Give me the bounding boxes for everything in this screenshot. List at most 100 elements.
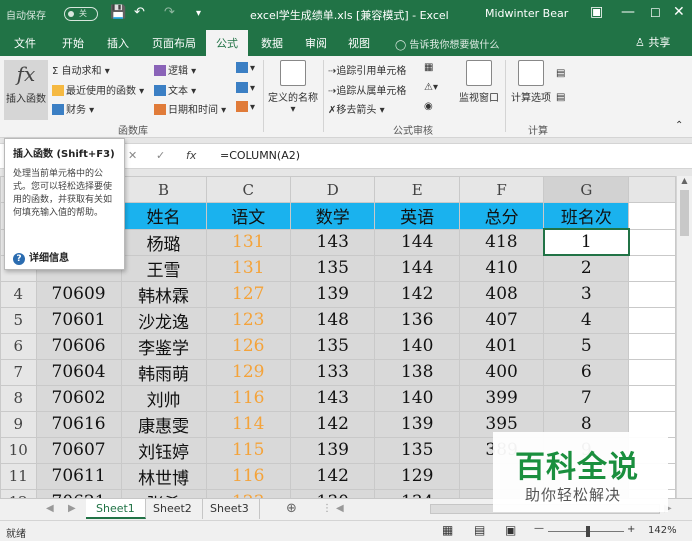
maximize-button[interactable]: ☐ xyxy=(650,6,661,20)
cell-total[interactable]: 400 xyxy=(458,358,545,386)
page-layout-view-icon[interactable]: ▤ xyxy=(474,523,485,537)
insert-function-icon[interactable]: fx xyxy=(186,149,196,162)
sheet-tab-1[interactable]: Sheet1 xyxy=(86,499,146,519)
column-header[interactable]: E xyxy=(374,176,460,203)
cell-id[interactable]: 70602 xyxy=(35,384,122,412)
cell[interactable]: 总分 xyxy=(458,202,545,230)
cell-math[interactable]: 142 xyxy=(289,462,376,490)
cell-id[interactable]: 70607 xyxy=(35,436,122,464)
cell-name[interactable]: 林世博 xyxy=(120,462,207,490)
column-header[interactable]: D xyxy=(289,176,376,203)
cell-chinese[interactable]: 126 xyxy=(205,332,292,360)
tab-view[interactable]: 视图 xyxy=(348,35,370,51)
cell-name[interactable]: 李鉴学 xyxy=(120,332,207,360)
cell-rank[interactable]: 7 xyxy=(543,384,630,412)
tab-review[interactable]: 审阅 xyxy=(305,35,327,51)
cell-chinese[interactable]: 127 xyxy=(205,280,292,308)
tooltip-more-info-link[interactable]: ? 详细信息 xyxy=(13,249,69,265)
cell-math[interactable]: 135 xyxy=(289,332,376,360)
zoom-level[interactable]: 142% xyxy=(648,525,677,536)
cell-total[interactable]: 401 xyxy=(458,332,545,360)
cell-chinese[interactable]: 129 xyxy=(205,358,292,386)
cell-id[interactable]: 70604 xyxy=(35,358,122,386)
scroll-left-icon[interactable]: ◀ xyxy=(336,503,344,514)
math-button[interactable]: ▾ xyxy=(236,82,255,94)
tell-me-search[interactable]: ◯ 告诉我你想要做什么 xyxy=(395,36,499,51)
cell-name[interactable]: 刘帅 xyxy=(120,384,207,412)
cell-rank[interactable]: 5 xyxy=(543,332,630,360)
autosum-button[interactable]: Σ 自动求和 ▾ xyxy=(52,62,110,77)
cell-math[interactable]: 130 xyxy=(289,488,376,498)
cell-math[interactable]: 139 xyxy=(289,436,376,464)
more-functions-button[interactable]: ▾ xyxy=(236,101,255,113)
date-time-button[interactable]: 日期和时间 ▾ xyxy=(154,101,226,116)
watch-window-button[interactable]: 监视窗口 xyxy=(454,60,504,104)
row-header[interactable]: 4 xyxy=(0,280,37,308)
column-header[interactable]: B xyxy=(120,176,207,203)
scroll-thumb[interactable] xyxy=(680,190,689,236)
row-header[interactable]: 11 xyxy=(0,462,37,490)
cell-total[interactable]: 407 xyxy=(458,306,545,334)
cell-total[interactable]: 410 xyxy=(458,254,545,282)
column-header[interactable]: C xyxy=(205,176,292,203)
logical-button[interactable]: 逻辑 ▾ xyxy=(154,62,196,77)
calc-options-button[interactable]: 计算选项 xyxy=(508,60,554,104)
cell-name[interactable]: 韩林霖 xyxy=(120,280,207,308)
scroll-up-icon[interactable]: ▲ xyxy=(677,176,692,185)
cell-math[interactable]: 139 xyxy=(289,280,376,308)
error-checking-icon[interactable]: ⚠▾ xyxy=(424,82,438,93)
cell[interactable] xyxy=(628,384,676,412)
cell-math[interactable]: 148 xyxy=(289,306,376,334)
insert-function-button[interactable]: fx 插入函数 xyxy=(4,60,48,120)
cell-name[interactable]: 刘钰婷 xyxy=(120,436,207,464)
tab-data[interactable]: 数据 xyxy=(261,35,283,51)
minimize-button[interactable]: — xyxy=(621,4,635,20)
cell-english[interactable]: 134 xyxy=(374,488,460,498)
share-button[interactable]: ♙ 共享 xyxy=(635,34,670,50)
cell-chinese[interactable]: 123 xyxy=(205,488,292,498)
tab-file[interactable]: 文件 xyxy=(14,35,36,51)
tab-home[interactable]: 开始 xyxy=(62,35,84,51)
cell[interactable]: 数学 xyxy=(289,202,376,230)
sheet-tab-3[interactable]: Sheet3 xyxy=(200,499,260,519)
cell-math[interactable]: 135 xyxy=(289,254,376,282)
cell-math[interactable]: 143 xyxy=(289,384,376,412)
trace-precedents-button[interactable]: ⇢追踪引用单元格 xyxy=(328,62,406,77)
next-sheet-icon[interactable]: ▶ xyxy=(68,503,76,514)
cell-total[interactable]: 399 xyxy=(458,384,545,412)
prev-sheet-icon[interactable]: ◀ xyxy=(46,503,54,514)
cell-name[interactable]: 王雪 xyxy=(120,254,207,282)
close-button[interactable]: ✕ xyxy=(673,4,685,20)
row-header[interactable]: 6 xyxy=(0,332,37,360)
collapse-ribbon-icon[interactable]: ⌃ xyxy=(675,120,683,131)
show-formulas-icon[interactable]: ▦ xyxy=(424,62,433,73)
add-sheet-icon[interactable]: ⊕ xyxy=(286,501,297,516)
cell-chinese[interactable]: 116 xyxy=(205,384,292,412)
row-header[interactable]: 7 xyxy=(0,358,37,386)
cell-chinese[interactable]: 131 xyxy=(205,254,292,282)
vertical-scrollbar[interactable]: ▲ xyxy=(676,176,692,498)
cell-name[interactable]: 韩雨萌 xyxy=(120,358,207,386)
evaluate-formula-icon[interactable]: ◉ xyxy=(424,101,433,112)
cell-chinese[interactable]: 116 xyxy=(205,462,292,490)
cell-chinese[interactable]: 114 xyxy=(205,410,292,438)
text-button[interactable]: 文本 ▾ xyxy=(154,82,196,97)
defined-names-button[interactable]: 定义的名称 ▾ xyxy=(266,60,320,115)
autosave-toggle[interactable]: 关 xyxy=(64,7,98,21)
cell[interactable]: 语文 xyxy=(205,202,292,230)
financial-button[interactable]: 财务 ▾ xyxy=(52,101,94,116)
remove-arrows-button[interactable]: ✗移去箭头 ▾ xyxy=(328,101,385,116)
cell-chinese[interactable]: 123 xyxy=(205,306,292,334)
cell[interactable] xyxy=(628,332,676,360)
cell[interactable] xyxy=(628,306,676,334)
cell-name[interactable]: 沙龙逸 xyxy=(120,306,207,334)
cell-math[interactable]: 133 xyxy=(289,358,376,386)
cell-math[interactable]: 142 xyxy=(289,410,376,438)
lookup-button[interactable]: ▾ xyxy=(236,62,255,74)
cell-english[interactable]: 140 xyxy=(374,384,460,412)
recent-functions-button[interactable]: 最近使用的函数 ▾ xyxy=(52,82,144,97)
cell-english[interactable]: 140 xyxy=(374,332,460,360)
row-header[interactable]: 8 xyxy=(0,384,37,412)
cell-english[interactable]: 144 xyxy=(374,228,460,256)
cell[interactable]: 班名次 xyxy=(543,202,630,230)
